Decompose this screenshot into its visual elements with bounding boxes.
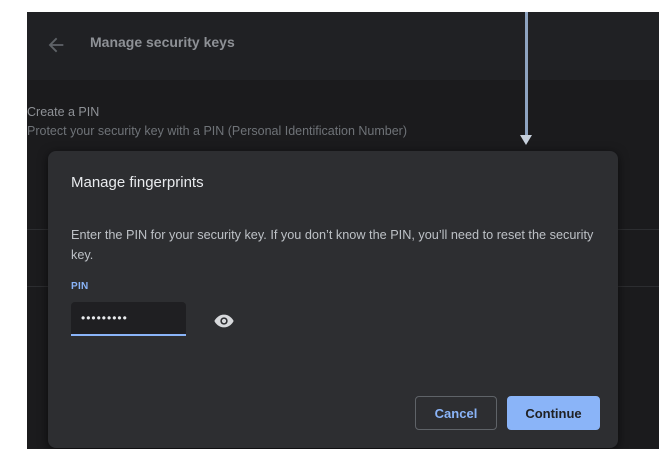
- create-pin-description: Protect your security key with a PIN (Pe…: [27, 124, 408, 138]
- arrow-back-icon[interactable]: [45, 34, 67, 56]
- visibility-icon[interactable]: [213, 310, 235, 332]
- cancel-button[interactable]: Cancel: [415, 396, 497, 430]
- page-header: Manage security keys: [27, 12, 659, 80]
- annotation-arrow-head: [520, 135, 532, 145]
- continue-button[interactable]: Continue: [507, 396, 600, 430]
- dialog-title: Manage fingerprints: [71, 174, 204, 191]
- annotation-arrow-line: [525, 12, 528, 135]
- dialog-message: Enter the PIN for your security key. If …: [71, 228, 594, 262]
- pin-label: PIN: [71, 281, 89, 292]
- pin-input[interactable]: [71, 302, 186, 336]
- manage-fingerprints-dialog: Manage fingerprints Enter the PIN for yo…: [48, 151, 618, 448]
- page-title: Manage security keys: [90, 34, 235, 50]
- create-pin-title[interactable]: Create a PIN: [27, 105, 99, 119]
- settings-page: Manage security keys Create a PIN Protec…: [27, 12, 659, 449]
